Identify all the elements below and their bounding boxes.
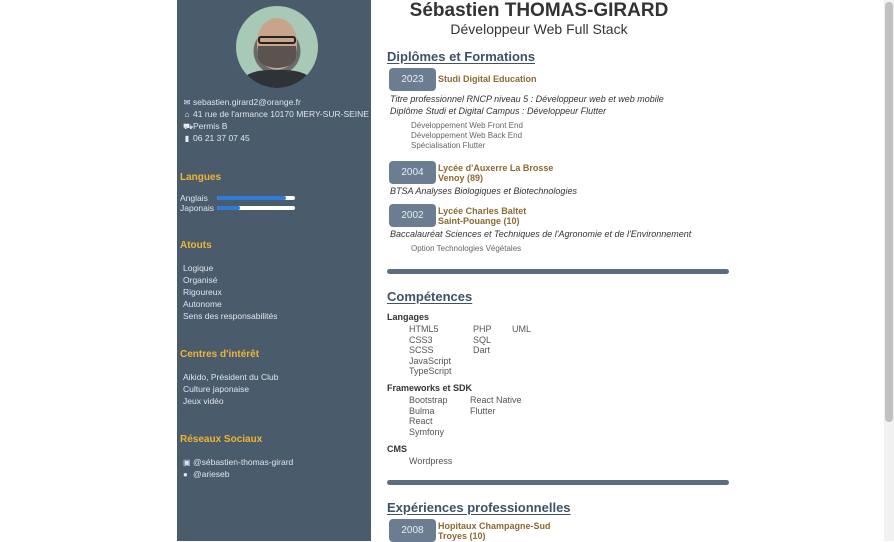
language-row-english: Anglais bbox=[180, 193, 295, 203]
contact-list: ✉ sebastien.girard2@orange.fr ⌂ 41 rue de … bbox=[183, 96, 369, 144]
skills-languages-heading: Langages bbox=[387, 312, 430, 322]
avatar bbox=[236, 6, 318, 88]
degree-title: BTSA Analyses Biologiques et Biotechnolo… bbox=[390, 186, 577, 196]
list-item: Organisé bbox=[183, 275, 218, 285]
year-badge: 2004 bbox=[389, 161, 436, 184]
main-content: Sébastien THOMAS-GIRARD Développeur Web … bbox=[371, 0, 884, 542]
contact-license: ⛟Permis B bbox=[183, 121, 228, 131]
list-item: Jeux vidéo bbox=[183, 396, 224, 406]
list-item: Rigoureux bbox=[183, 287, 222, 297]
github-icon: ● bbox=[183, 470, 188, 479]
degree-details: Option Technologies Végétales bbox=[411, 244, 522, 253]
skills-frameworks-heading: Frameworks et SDK bbox=[387, 383, 473, 393]
sidebar: ✉ sebastien.girard2@orange.fr ⌂ 41 rue de … bbox=[177, 0, 371, 541]
skills-heading: Compétences bbox=[387, 289, 473, 304]
skills-list: UML bbox=[512, 324, 532, 334]
assets-list: Logique Organisé Rigoureux Autonome Sens… bbox=[183, 262, 278, 322]
year-badge: 2008 bbox=[389, 519, 436, 542]
languages-heading: Langues bbox=[180, 172, 222, 183]
list-item: Logique bbox=[183, 263, 214, 273]
experience-heading: Expériences professionnelles bbox=[387, 500, 571, 515]
degree-title: Titre professionnel RNCP niveau 5 : Déve… bbox=[390, 94, 664, 104]
degree-details: Développement Web Front End Développemen… bbox=[411, 121, 523, 150]
institution-name: Hopitaux Champagne-Sud Troyes (10) bbox=[438, 521, 551, 541]
contact-email[interactable]: ✉ sebastien.girard2@orange.fr bbox=[183, 96, 369, 108]
list-item: Autonome bbox=[183, 299, 222, 309]
language-level-bar bbox=[217, 206, 295, 210]
education-heading: Diplômes et Formations bbox=[387, 49, 536, 64]
contact-address: ⌂ 41 rue de l'armance 10170 MERY-SUR-SEIN… bbox=[184, 109, 369, 119]
institution-name: Studi Digital Education bbox=[438, 74, 537, 84]
job-title: Développeur Web Full Stack bbox=[450, 21, 628, 37]
contact-phone[interactable]: ▮ 06 21 37 07 45 bbox=[183, 132, 369, 144]
list-item: Culture japonaise bbox=[183, 384, 250, 394]
skills-cms-heading: CMS bbox=[387, 444, 407, 454]
social-list: ▣ @sébastien-thomas-girard ● @arieseb bbox=[183, 456, 293, 480]
social-linkedin-link[interactable]: ▣ @sébastien-thomas-girard bbox=[183, 456, 293, 468]
list-item: Aikido, Président du Club bbox=[183, 372, 279, 382]
page-title: Sébastien THOMAS-GIRARD bbox=[409, 0, 669, 21]
institution-name: Lycée Charles Baltet Saint-Pouange (10) bbox=[438, 206, 527, 226]
interests-list: Aikido, Président du Club Culture japona… bbox=[183, 371, 278, 407]
year-badge: 2002 bbox=[389, 204, 436, 227]
language-row-japanese: Japonais bbox=[180, 203, 295, 213]
skills-list: PHP SQL Dart bbox=[473, 324, 492, 355]
phone-icon: ▮ bbox=[184, 134, 190, 143]
skills-list: HTML5 CSS3 SCSS JavaScript TypeScript bbox=[409, 324, 452, 376]
scrollbar-thumb[interactable] bbox=[885, 2, 893, 422]
year-badge: 2023 bbox=[389, 68, 436, 91]
social-heading: Réseaux Sociaux bbox=[180, 434, 263, 445]
skills-list: React Native Flutter bbox=[470, 395, 522, 416]
left-margin bbox=[0, 0, 177, 541]
section-divider bbox=[387, 269, 729, 274]
degree-title: Baccalauréat Sciences et Techniques de l… bbox=[390, 229, 692, 239]
language-level-bar bbox=[217, 196, 295, 200]
list-item: Sens des responsabilités bbox=[183, 311, 278, 321]
skills-list: Bootstrap Bulma React Symfony bbox=[409, 395, 448, 437]
interests-heading: Centres d'intérêt bbox=[180, 349, 260, 360]
page-scrollbar[interactable] bbox=[884, 0, 894, 541]
section-divider bbox=[387, 480, 729, 485]
social-github-link[interactable]: ● @arieseb bbox=[183, 468, 293, 480]
degree-title: Diplôme Studi et Digital Campus : Dévelo… bbox=[390, 106, 607, 116]
assets-heading: Atouts bbox=[180, 240, 212, 251]
skills-list: Wordpress bbox=[409, 456, 453, 466]
institution-name: Lycée d'Auxerre La Brosse Venoy (89) bbox=[438, 163, 554, 183]
